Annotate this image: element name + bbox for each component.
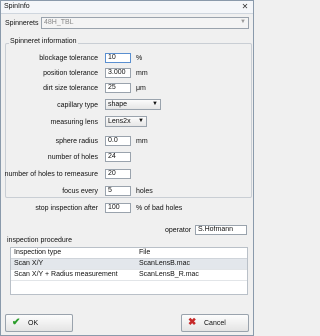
cancel-button-label: Cancel — [204, 320, 226, 327]
operator-label: operator — [165, 227, 192, 234]
number-of-holes-label: number of holes — [47, 154, 98, 161]
measuring-lens-value: Lens2x — [108, 118, 131, 125]
cancel-button[interactable]: ✖ Cancel — [181, 314, 249, 332]
sphere-radius-label: sphere radius — [55, 138, 98, 145]
inspection-table: Inspection type File Scan X/Y ScanLensB.… — [10, 247, 248, 295]
row-inspection-type: Scan X/Y — [14, 260, 44, 267]
dirt-size-tolerance-unit: μm — [136, 85, 146, 92]
blockage-tolerance-input[interactable]: 10 — [105, 53, 131, 63]
focus-every-label: focus every — [62, 188, 98, 195]
focus-every-input[interactable]: 5 — [105, 186, 131, 196]
measuring-lens-dropdown[interactable]: Lens2x ▼ — [105, 116, 147, 127]
spinneret-info-title: Spinneret information — [9, 38, 78, 45]
sphere-radius-input[interactable]: 0.0 — [105, 136, 131, 146]
position-tolerance-unit: mm — [136, 70, 148, 77]
dirt-size-tolerance-label: dirt size tolerance — [43, 85, 98, 92]
stop-inspection-unit: % of bad holes — [136, 205, 183, 212]
sphere-radius-unit: mm — [136, 138, 148, 145]
stop-inspection-label: stop inspection after — [35, 205, 98, 212]
focus-every-unit: holes — [136, 188, 153, 195]
row-file: ScanLensB_R.mac — [139, 271, 199, 278]
title-bar: SpinInfo ✕ — [1, 1, 253, 14]
row-file: ScanLensB.mac — [139, 260, 190, 267]
table-header: Inspection type File — [11, 248, 247, 259]
spininfo-window: SpinInfo ✕ Spinnerets 48H_TBL ▼ Spinnere… — [0, 0, 254, 336]
ok-button[interactable]: ✔ OK — [5, 314, 73, 332]
capillary-type-label: capillary type — [57, 102, 98, 109]
spinnerets-dropdown[interactable]: 48H_TBL ▼ — [41, 17, 249, 29]
table-row[interactable]: Scan X/Y + Radius measurement ScanLensB_… — [11, 270, 247, 281]
number-of-holes-input[interactable]: 24 — [105, 152, 131, 162]
operator-input[interactable]: S.Hofmann — [195, 225, 247, 235]
close-icon[interactable]: ✕ — [240, 2, 250, 11]
stop-inspection-input[interactable]: 100 — [105, 203, 131, 213]
cancel-x-icon: ✖ — [188, 317, 197, 328]
spinnerets-label: Spinnerets — [5, 20, 39, 27]
position-tolerance-input[interactable]: 3.000 — [105, 68, 131, 78]
column-header-file[interactable]: File — [139, 249, 150, 256]
position-tolerance-label: position tolerance — [43, 70, 98, 77]
blockage-tolerance-unit: % — [136, 55, 143, 62]
check-icon: ✔ — [12, 317, 21, 328]
blockage-tolerance-label: blockage tolerance — [39, 55, 98, 62]
chevron-down-icon: ▼ — [138, 118, 144, 124]
column-header-inspection-type[interactable]: Inspection type — [14, 249, 61, 256]
holes-to-remeasure-input[interactable]: 20 — [105, 169, 131, 179]
row-inspection-type: Scan X/Y + Radius measurement — [14, 271, 118, 278]
capillary-type-dropdown[interactable]: shape ▼ — [105, 99, 161, 110]
chevron-down-icon: ▼ — [152, 101, 158, 107]
spinnerets-value: 48H_TBL — [44, 19, 74, 26]
inspection-procedure-title: inspection procedure — [7, 237, 72, 244]
window-title: SpinInfo — [4, 3, 30, 10]
capillary-type-value: shape — [108, 101, 128, 108]
ok-button-label: OK — [28, 320, 39, 327]
dirt-size-tolerance-input[interactable]: 25 — [105, 83, 131, 93]
measuring-lens-label: measuring lens — [50, 119, 98, 126]
chevron-down-icon: ▼ — [240, 19, 246, 25]
holes-to-remeasure-label: number of holes to remeasure — [4, 171, 98, 178]
table-row[interactable]: Scan X/Y ScanLensB.mac — [11, 259, 247, 270]
